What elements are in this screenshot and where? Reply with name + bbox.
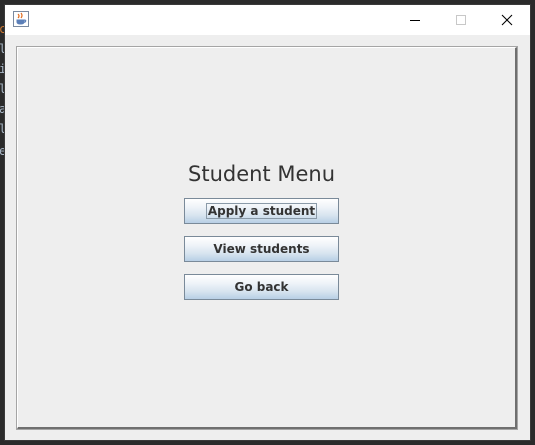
apply-student-label: Apply a student	[205, 203, 318, 219]
apply-student-button[interactable]: Apply a student	[184, 198, 339, 224]
go-back-label: Go back	[234, 280, 289, 294]
go-back-button[interactable]: Go back	[184, 274, 339, 300]
close-icon	[501, 14, 513, 26]
minimize-button[interactable]	[392, 5, 438, 35]
maximize-button[interactable]	[438, 5, 484, 35]
student-menu-window: Student Menu Apply a student View studen…	[4, 4, 531, 441]
maximize-icon	[456, 15, 466, 25]
content-pane: Student Menu Apply a student View studen…	[5, 35, 530, 440]
page-title: Student Menu	[188, 162, 335, 186]
menu-panel: Student Menu Apply a student View studen…	[16, 46, 518, 430]
minimize-icon	[410, 20, 420, 21]
view-students-button[interactable]: View students	[184, 236, 339, 262]
java-coffee-cup-icon	[13, 11, 29, 27]
view-students-label: View students	[213, 242, 310, 256]
close-button[interactable]	[484, 5, 530, 35]
title-bar[interactable]	[5, 5, 530, 35]
